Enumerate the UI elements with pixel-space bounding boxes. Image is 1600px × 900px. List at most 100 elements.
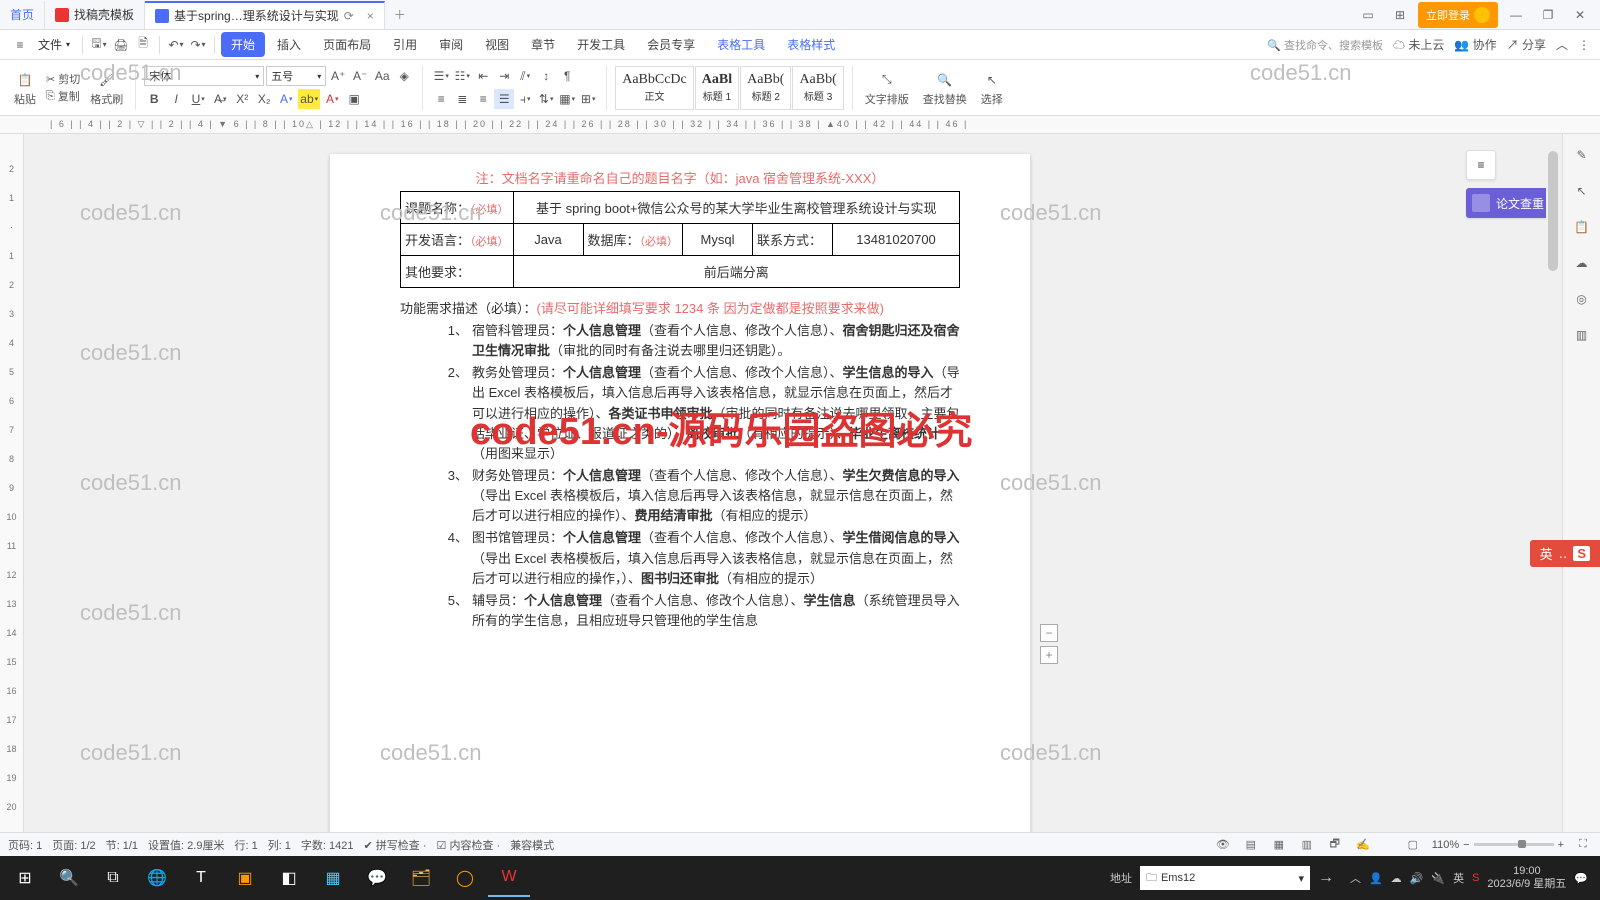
undo-icon[interactable]: ↶ — [166, 35, 186, 55]
file-menu[interactable]: 文件▾ — [32, 33, 76, 56]
select-arrow-icon[interactable]: ↖ — [1571, 180, 1593, 202]
menu-icon[interactable]: ≡ — [10, 35, 30, 55]
collapse-ribbon-icon[interactable]: ︿ — [1556, 36, 1568, 53]
tab-section[interactable]: 章节 — [521, 32, 565, 57]
number-icon[interactable]: ☷ — [452, 66, 472, 86]
command-search[interactable]: 🔍 查找命令、搜索模板 — [1267, 37, 1383, 53]
change-case-icon[interactable]: Aa — [372, 66, 392, 86]
tab-review[interactable]: 审阅 — [429, 32, 473, 57]
ime-float[interactable]: 英‥S — [1530, 540, 1600, 567]
line-spacing-icon[interactable]: ⇅ — [536, 89, 556, 109]
clear-format-icon[interactable]: ◈ — [394, 66, 414, 86]
shrink-font-icon[interactable]: A⁻ — [350, 66, 370, 86]
redo-icon[interactable]: ↷ — [188, 35, 208, 55]
format-brush-button[interactable]: 🖌格式刷 — [86, 63, 127, 113]
distribute-icon[interactable]: ⫞ — [515, 89, 535, 109]
indent-dec-icon[interactable]: ⇤ — [473, 66, 493, 86]
tab-add[interactable]: ＋ — [385, 1, 415, 29]
draw-icon[interactable]: ✍ — [1354, 836, 1372, 854]
tab-home[interactable]: 首页 — [0, 1, 45, 29]
chrome-icon[interactable]: 🌐 — [136, 859, 178, 897]
underline-icon[interactable]: U — [188, 89, 208, 109]
paste-button[interactable]: 📋粘贴 — [10, 63, 40, 113]
preview-icon[interactable]: 🗎 — [133, 35, 153, 55]
sublime-icon[interactable]: ▣ — [224, 859, 266, 897]
calendar-icon[interactable]: ▦ — [312, 859, 354, 897]
maximize-button[interactable]: ❐ — [1534, 2, 1562, 28]
grow-font-icon[interactable]: A⁺ — [328, 66, 348, 86]
pen-icon[interactable]: ✎ — [1571, 144, 1593, 166]
align-center-icon[interactable]: ≣ — [452, 89, 472, 109]
border-icon[interactable]: ▣ — [344, 89, 364, 109]
italic-icon[interactable]: I — [166, 89, 186, 109]
apps-icon[interactable]: ⊞ — [1386, 2, 1414, 28]
copy-button[interactable]: ⎘ 复制 — [46, 88, 80, 104]
style-h3[interactable]: AaBb(标题 3 — [792, 66, 843, 110]
style-h2[interactable]: AaBb(标题 2 — [740, 66, 791, 110]
app-t-icon[interactable]: T — [180, 859, 222, 897]
status-spell[interactable]: ✔ 拼写检查 · — [364, 837, 427, 853]
close-icon[interactable]: × — [367, 9, 374, 23]
cloud-icon[interactable]: ☁ — [1571, 252, 1593, 274]
idea-icon[interactable]: ◧ — [268, 859, 310, 897]
system-tray[interactable]: ︿ 👤 ☁ 🔊 🔌 英 S 19:002023/6/9 星期五 💬 — [1342, 865, 1596, 891]
plus-button[interactable]: + — [1040, 646, 1058, 664]
scroll-thumb[interactable] — [1548, 151, 1558, 271]
tab-view[interactable]: 视图 — [475, 32, 519, 57]
location-icon[interactable]: ◎ — [1571, 288, 1593, 310]
zoom-out-icon[interactable]: − — [1463, 839, 1469, 851]
toc-icon[interactable]: ≡ — [1466, 150, 1496, 180]
text-layout-button[interactable]: ⤡文字排版 — [861, 63, 913, 113]
zoom-slider[interactable] — [1474, 843, 1554, 846]
text-effect-icon[interactable]: A — [276, 89, 296, 109]
explorer-icon[interactable]: 🗂 — [400, 859, 442, 897]
indent-inc-icon[interactable]: ⇥ — [494, 66, 514, 86]
chevron-up-icon[interactable]: ︿ — [1350, 870, 1361, 886]
clipboard-icon[interactable]: 📋 — [1571, 216, 1593, 238]
tray-icon[interactable]: S — [1472, 872, 1479, 884]
align-right-icon[interactable]: ≡ — [473, 89, 493, 109]
save-icon[interactable]: 🖫 — [89, 35, 109, 55]
coop-button[interactable]: 👥 协作 — [1454, 36, 1496, 53]
clock[interactable]: 19:002023/6/9 星期五 — [1487, 865, 1566, 891]
tab-layout[interactable]: 页面布局 — [313, 32, 381, 57]
tray-icon[interactable]: ☁ — [1391, 872, 1402, 885]
tab-reference[interactable]: 引用 — [383, 32, 427, 57]
zoom-in-icon[interactable]: + — [1558, 839, 1564, 851]
view3-icon[interactable]: ▥ — [1298, 836, 1316, 854]
align-left-icon[interactable]: ≡ — [431, 89, 451, 109]
status-content[interactable]: ☑ 内容检查 · — [437, 837, 501, 853]
login-button[interactable]: 立即登录 — [1418, 2, 1498, 28]
address-input[interactable]: 🗀 Ems12▾ — [1140, 866, 1310, 890]
highlight-icon[interactable]: ab — [298, 89, 320, 109]
font-size-select[interactable]: 五号▾ — [266, 66, 326, 86]
wechat-icon[interactable]: 💬 — [356, 859, 398, 897]
v-scrollbar[interactable] — [1546, 136, 1560, 830]
start-button[interactable]: ⊞ — [4, 859, 46, 897]
align-justify-icon[interactable]: ☰ — [494, 89, 514, 109]
thesis-check-button[interactable]: 论文查重 — [1466, 188, 1550, 218]
tab-dev[interactable]: 开发工具 — [567, 32, 635, 57]
tray-ime-icon[interactable]: 英 — [1453, 870, 1464, 886]
zoom-mode-icon[interactable]: ▢ — [1404, 836, 1422, 854]
tab-start[interactable]: 开始 — [221, 32, 265, 57]
browser2-icon[interactable]: ◯ — [444, 859, 486, 897]
sort-icon[interactable]: ↕ — [536, 66, 556, 86]
refresh-icon[interactable]: ⟳ — [344, 9, 354, 23]
view2-icon[interactable]: ▦ — [1270, 836, 1288, 854]
spacing-icon[interactable]: ⫽ — [515, 66, 535, 86]
wps-icon[interactable]: W — [488, 859, 530, 897]
eye-icon[interactable]: 👁 — [1214, 836, 1232, 854]
taskview-icon[interactable]: ⧉ — [92, 859, 134, 897]
search-icon[interactable]: 🔍 — [48, 859, 90, 897]
view4-icon[interactable]: 🗗 — [1326, 836, 1344, 854]
tab-table-tools[interactable]: 表格工具 — [707, 32, 775, 57]
shading-icon[interactable]: ▦ — [557, 89, 577, 109]
show-marks-icon[interactable]: ¶ — [557, 66, 577, 86]
share-button[interactable]: ↗ 分享 — [1507, 36, 1546, 53]
subscript-icon[interactable]: X₂ — [254, 89, 274, 109]
tray-icon[interactable]: 👤 — [1369, 872, 1383, 885]
view1-icon[interactable]: ▤ — [1242, 836, 1260, 854]
select-button[interactable]: ↖选择 — [977, 63, 1007, 113]
minus-button[interactable]: − — [1040, 624, 1058, 642]
